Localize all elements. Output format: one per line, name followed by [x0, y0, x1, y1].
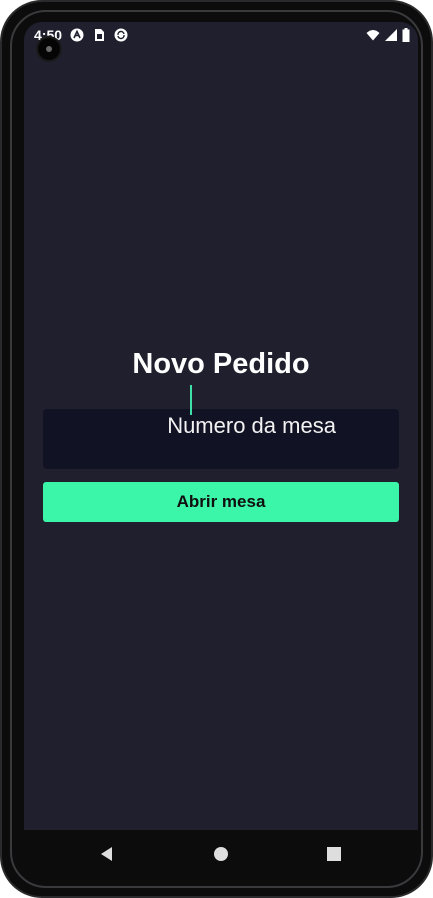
table-number-input[interactable]: Numero da mesa	[43, 385, 399, 469]
new-order-view: Novo Pedido Numero da mesa Abrir mesa	[24, 22, 418, 830]
phone-frame: 4:50 Novo Pedido Numero da mesa Abrir me…	[0, 0, 433, 898]
table-number-placeholder: Numero da mesa	[106, 385, 336, 491]
app-screen: 4:50 Novo Pedido Numero da mesa Abrir me…	[24, 22, 418, 830]
navigation-bar	[2, 830, 431, 878]
back-icon[interactable]	[99, 846, 115, 862]
open-table-button[interactable]: Abrir mesa	[43, 482, 399, 522]
front-camera	[36, 36, 62, 62]
text-cursor	[190, 385, 193, 415]
page-title: Novo Pedido	[132, 348, 310, 380]
home-icon[interactable]	[213, 846, 229, 862]
recents-icon[interactable]	[326, 846, 342, 862]
